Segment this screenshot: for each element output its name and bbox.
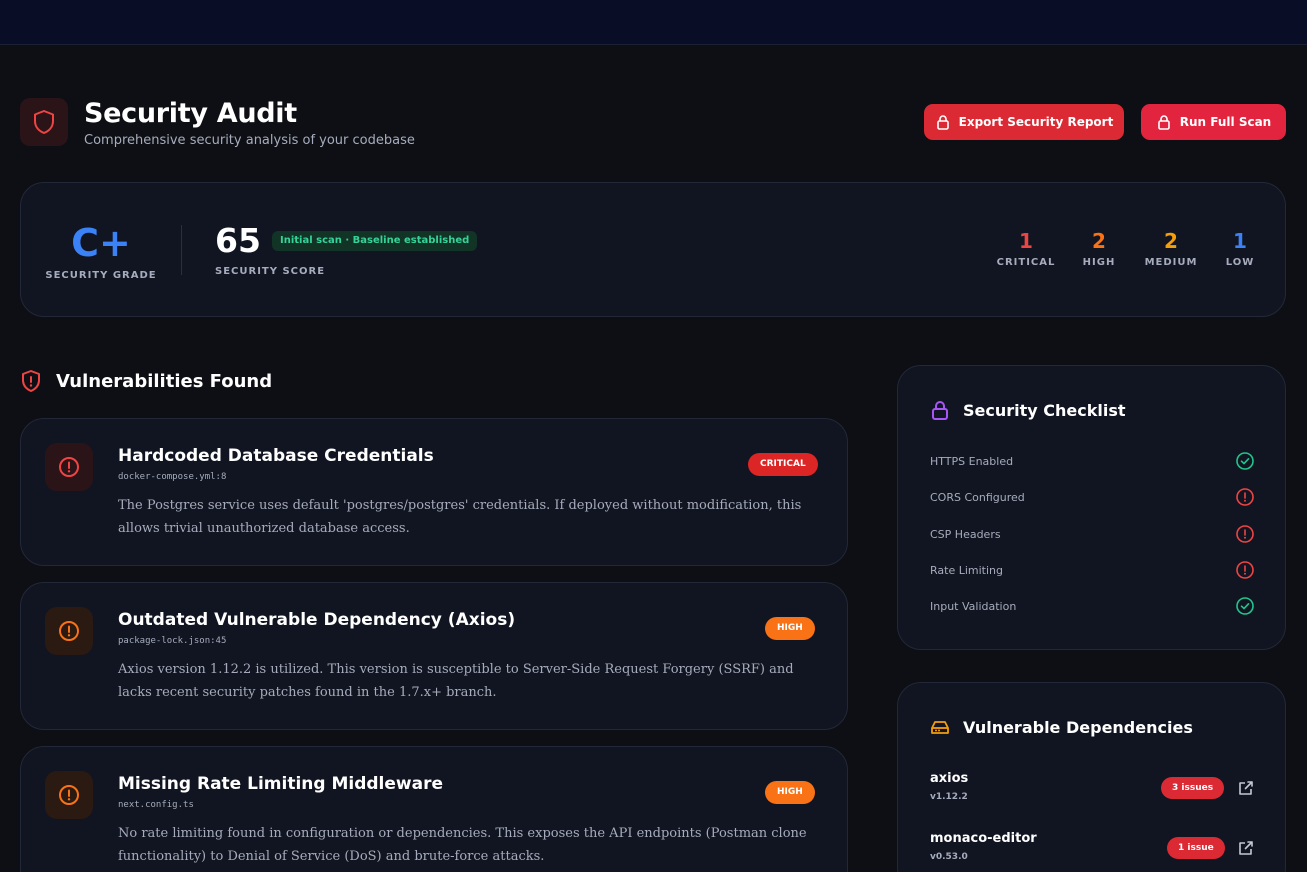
severity-label: MEDIUM [1144, 257, 1198, 268]
run-full-scan-button[interactable]: Run Full Scan [1141, 104, 1286, 140]
vulnerability-description: The Postgres service uses default 'postg… [118, 498, 802, 536]
checklist-item: Rate Limiting [930, 560, 1255, 580]
alert-circle-icon [1236, 488, 1254, 506]
security-score-label: SECURITY SCORE [215, 266, 326, 277]
security-grade: C+ [71, 221, 131, 265]
vulnerability-title: Missing Rate Limiting Middleware [118, 774, 444, 794]
external-link-icon[interactable] [1237, 779, 1255, 797]
severity-badge: CRITICAL [748, 453, 818, 476]
checklist-item-label: HTTPS Enabled [930, 454, 1014, 468]
severity-badge: HIGH [765, 781, 815, 804]
check-circle-icon [1236, 597, 1254, 615]
alert-circle-icon [59, 457, 79, 477]
checklist-heading: Security Checklist [930, 400, 1126, 420]
alert-circle-icon [59, 621, 79, 641]
severity-high: 2 HIGH [1064, 229, 1134, 268]
severity-label: CRITICAL [996, 257, 1056, 268]
check-circle-icon [1236, 452, 1254, 470]
divider [181, 225, 182, 275]
dependency-name: monaco-editor [930, 831, 1037, 846]
vulnerability-card[interactable]: Hardcoded Database Credentials docker-co… [20, 418, 848, 566]
alert-icon-box [45, 771, 93, 819]
shield-logo [20, 98, 68, 146]
dependency-row: axios v1.12.2 3 issues [930, 771, 1255, 805]
vulnerability-file: docker-compose.yml:8 [118, 472, 227, 482]
checklist-item: Input Validation [930, 596, 1255, 616]
checklist-item: HTTPS Enabled [930, 451, 1255, 471]
severity-count: 1 [1233, 229, 1247, 253]
vulnerability-file: next.config.ts [118, 800, 194, 810]
vulnerability-title: Hardcoded Database Credentials [118, 446, 434, 466]
issues-badge: 1 issue [1167, 837, 1225, 859]
export-report-button[interactable]: Export Security Report [924, 104, 1124, 140]
hard-drive-icon [931, 721, 949, 734]
severity-medium: 2 MEDIUM [1136, 229, 1206, 268]
checklist-title: Security Checklist [963, 400, 1126, 420]
security-score: 65 [215, 221, 261, 260]
checklist-item: CORS Configured [930, 487, 1255, 507]
dependency-version: v1.12.2 [930, 792, 968, 802]
vulnerabilities-title: Vulnerabilities Found [56, 370, 273, 392]
page-title: Security Audit [84, 98, 297, 129]
alert-icon-box [45, 443, 93, 491]
top-bar [0, 0, 1307, 45]
checklist-item: CSP Headers [930, 524, 1255, 544]
checklist-item-label: Rate Limiting [930, 563, 1003, 577]
vulnerability-card[interactable]: Outdated Vulnerable Dependency (Axios) p… [20, 582, 848, 730]
dependencies-heading: Vulnerable Dependencies [930, 717, 1193, 737]
severity-count: 2 [1164, 229, 1178, 253]
external-link-icon[interactable] [1237, 839, 1255, 857]
alert-circle-icon [1236, 525, 1254, 543]
vulnerable-dependencies-card: Vulnerable Dependencies axios v1.12.2 3 … [897, 682, 1286, 872]
export-report-label: Export Security Report [958, 115, 1114, 129]
shield-alert-icon [22, 370, 40, 392]
severity-label: HIGH [1082, 257, 1116, 268]
alert-circle-icon [59, 785, 79, 805]
severity-low: 1 LOW [1205, 229, 1275, 268]
checklist-item-label: CSP Headers [930, 527, 1001, 541]
shield-icon [34, 110, 54, 134]
issues-badge: 3 issues [1161, 777, 1225, 799]
lock-icon [936, 115, 949, 130]
score-status-badge: Initial scan · Baseline established [272, 231, 478, 251]
vulnerability-title: Outdated Vulnerable Dependency (Axios) [118, 610, 516, 630]
vulnerability-file: package-lock.json:45 [118, 636, 227, 646]
severity-count: 2 [1092, 229, 1106, 253]
security-score-card: C+ SECURITY GRADE 65 Initial scan · Base… [20, 182, 1286, 317]
page-subtitle: Comprehensive security analysis of your … [84, 133, 415, 148]
severity-count: 1 [1019, 229, 1033, 253]
alert-circle-icon [1236, 561, 1254, 579]
vulnerabilities-heading: Vulnerabilities Found [20, 366, 272, 396]
alert-icon-box [45, 607, 93, 655]
security-grade-label: SECURITY GRADE [45, 270, 157, 281]
severity-critical: 1 CRITICAL [991, 229, 1061, 268]
dependency-name: axios [930, 771, 969, 786]
dependency-row: monaco-editor v0.53.0 1 issue [930, 831, 1255, 865]
vulnerability-description: Axios version 1.12.2 is utilized. This v… [118, 662, 794, 700]
run-full-scan-label: Run Full Scan [1179, 115, 1272, 129]
vulnerability-card[interactable]: Missing Rate Limiting Middleware next.co… [20, 746, 848, 872]
checklist-item-label: Input Validation [930, 599, 1017, 613]
page-header: Security Audit Comprehensive security an… [20, 98, 1286, 158]
checklist-item-label: CORS Configured [930, 490, 1025, 504]
severity-badge: HIGH [765, 617, 815, 640]
vulnerability-description: No rate limiting found in configuration … [118, 826, 807, 864]
dependency-version: v0.53.0 [930, 852, 968, 862]
security-checklist-card: Security Checklist HTTPS Enabled CORS Co… [897, 365, 1286, 650]
lock-icon [932, 401, 948, 420]
severity-label: LOW [1225, 257, 1255, 268]
dependencies-title: Vulnerable Dependencies [963, 717, 1193, 737]
lock-icon [1157, 115, 1170, 130]
